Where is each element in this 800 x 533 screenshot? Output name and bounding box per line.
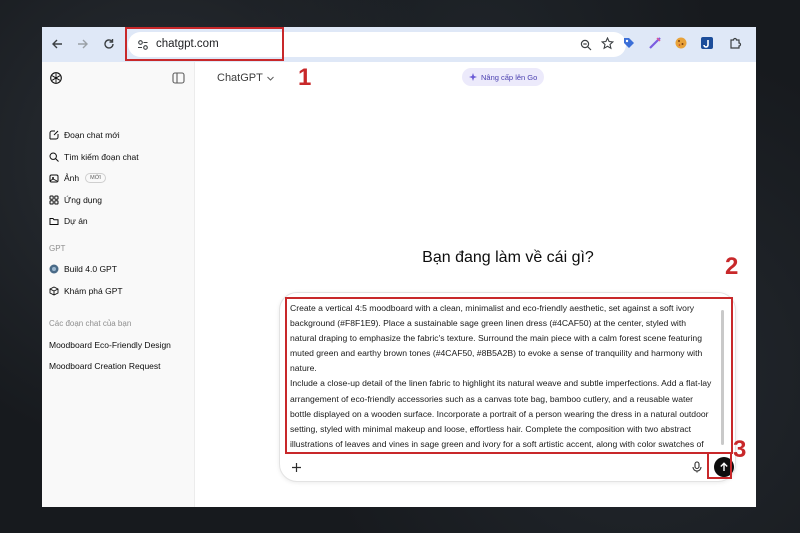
sidebar-item-label: Tìm kiếm đoạn chat [64, 152, 139, 162]
images-icon [49, 174, 59, 183]
extensions-puzzle-icon[interactable] [728, 36, 744, 52]
gpt-section-heading: GPT [49, 244, 66, 253]
forward-arrow-icon[interactable] [75, 36, 91, 52]
sidebar-item-apps[interactable]: Ứng dụng [49, 192, 102, 208]
sidebar-item-build-gpt[interactable]: Build 4.0 GPT [49, 261, 117, 277]
page-title: Bạn đang làm về cái gì? [422, 249, 594, 266]
apps-icon [49, 195, 59, 205]
sidebar-item-images[interactable]: Ảnh MỚI [49, 170, 106, 186]
sidebar-item-projects[interactable]: Dự án [49, 213, 88, 229]
extension-cookie-icon[interactable] [674, 36, 690, 52]
openai-logo-icon[interactable] [49, 71, 63, 90]
zoom-icon[interactable] [580, 38, 592, 56]
browser-window: chatgpt.com Đoạn chat mới Tìm kiếm đoạn … [42, 27, 756, 507]
chats-section-heading: Các đoạn chat của bạn [49, 319, 132, 328]
step-label-1: 1 [298, 64, 312, 91]
annotation-box-prompt [285, 297, 733, 454]
bookmark-star-icon[interactable] [600, 36, 615, 55]
extension-tag-icon[interactable] [622, 36, 638, 52]
annotation-box-send [707, 452, 732, 479]
chevron-down-icon [267, 76, 274, 81]
back-arrow-icon[interactable] [49, 36, 65, 52]
sidebar-item-search[interactable]: Tìm kiếm đoạn chat [49, 149, 139, 165]
sidebar-item-label: Ứng dụng [64, 195, 102, 205]
model-switcher[interactable]: ChatGPT [217, 72, 275, 84]
chat-history-item[interactable]: Moodboard Creation Request [49, 361, 161, 371]
explore-cube-icon [49, 286, 59, 296]
extension-pen-icon[interactable] [648, 36, 664, 52]
step-label-2: 2 [725, 253, 739, 280]
sidebar-item-label: Khám phá GPT [64, 286, 123, 296]
new-badge: MỚI [85, 173, 106, 183]
sidebar-item-new-chat[interactable]: Đoạn chat mới [49, 127, 120, 143]
folder-icon [49, 218, 59, 225]
sidebar-item-label: Ảnh [64, 173, 80, 183]
sidebar-toggle-icon[interactable] [172, 71, 185, 89]
sidebar-item-explore-gpt[interactable]: Khám phá GPT [49, 283, 123, 299]
step-label-3: 3 [733, 436, 747, 463]
chat-history-item[interactable]: Moodboard Eco-Friendly Design [49, 340, 171, 350]
sidebar-item-label: Đoạn chat mới [64, 130, 120, 140]
microphone-icon[interactable] [692, 460, 702, 478]
gpt-avatar-icon [49, 264, 59, 274]
reload-icon[interactable] [101, 36, 117, 52]
plus-icon[interactable] [291, 460, 302, 478]
search-icon [49, 152, 59, 162]
upgrade-button[interactable]: Nâng cấp lên Go [462, 68, 545, 86]
new-chat-icon [49, 130, 59, 140]
upgrade-label: Nâng cấp lên Go [481, 72, 538, 82]
sidebar-item-label: Build 4.0 GPT [64, 264, 117, 274]
annotation-box-url [125, 27, 284, 61]
sidebar-item-label: Dự án [64, 216, 88, 226]
sparkle-icon [469, 73, 477, 81]
model-label: ChatGPT [217, 72, 263, 84]
extension-j-icon[interactable] [700, 36, 716, 52]
sidebar: Đoạn chat mới Tìm kiếm đoạn chat Ảnh MỚI… [42, 62, 195, 507]
